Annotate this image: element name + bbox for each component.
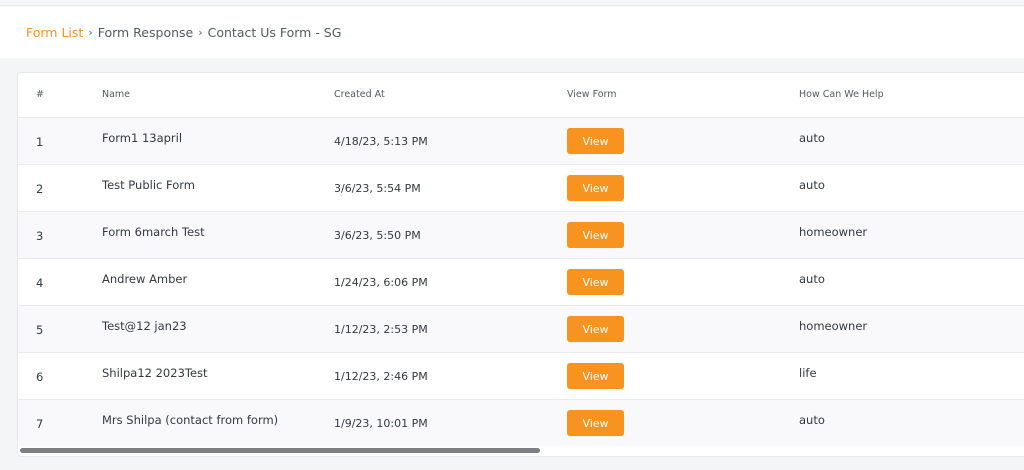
row-created-at: 1/12/23, 2:53 PM (334, 323, 428, 336)
row-number: 6 (36, 370, 44, 384)
table-row: 1 Form1 13april 4/18/23, 5:13 PM View au… (18, 117, 1024, 164)
table-row: 6 Shilpa12 2023Test 1/12/23, 2:46 PM Vie… (18, 352, 1024, 399)
table-row: 4 Andrew Amber 1/24/23, 6:06 PM View aut… (18, 258, 1024, 305)
row-created-at: 4/18/23, 5:13 PM (334, 135, 428, 148)
view-form-button[interactable]: View (567, 363, 624, 389)
row-name: Shilpa12 2023Test (102, 366, 208, 380)
top-bar (0, 0, 1024, 6)
row-how-can-we-help: homeowner (799, 319, 868, 333)
row-how-can-we-help: homeowner (799, 225, 868, 239)
column-header-created-at: Created At (334, 89, 385, 100)
row-name: Andrew Amber (102, 272, 188, 286)
row-name: Form1 13april (102, 131, 183, 145)
view-form-button[interactable]: View (567, 175, 624, 201)
row-name: Form 6march Test (102, 225, 205, 239)
breadcrumb-card: Form List › Form Response › Contact Us F… (0, 7, 1024, 58)
column-header-num: # (36, 89, 44, 100)
column-header-view-form: View Form (567, 89, 617, 100)
row-how-can-we-help: auto (799, 413, 825, 427)
breadcrumb: Form List › Form Response › Contact Us F… (26, 25, 341, 41)
row-number: 2 (36, 182, 44, 196)
row-created-at: 1/24/23, 6:06 PM (334, 276, 428, 289)
breadcrumb-separator-icon: › (198, 26, 203, 39)
responses-table: # Name Created At View Form How Can We H… (17, 72, 1024, 457)
row-how-can-we-help: auto (799, 178, 825, 192)
table-row: 3 Form 6march Test 3/6/23, 5:50 PM View … (18, 211, 1024, 258)
table-row: 7 Mrs Shilpa (contact from form) 1/9/23,… (18, 399, 1024, 446)
row-name: Mrs Shilpa (contact from form) (102, 413, 279, 427)
row-number: 5 (36, 323, 44, 337)
view-form-button[interactable]: View (567, 128, 624, 154)
row-name: Test Public Form (102, 178, 195, 192)
row-how-can-we-help: auto (799, 131, 825, 145)
row-created-at: 3/6/23, 5:50 PM (334, 229, 421, 242)
table-header: # Name Created At View Form How Can We H… (18, 73, 1024, 117)
row-number: 7 (36, 417, 44, 431)
row-how-can-we-help: life (799, 366, 817, 380)
view-form-button[interactable]: View (567, 316, 624, 342)
breadcrumb-form-response: Form Response (97, 25, 194, 40)
scrollbar-thumb[interactable] (20, 448, 540, 453)
row-number: 4 (36, 276, 44, 290)
breadcrumb-current-page: Contact Us Form - SG (207, 25, 342, 40)
breadcrumb-separator-icon: › (88, 26, 93, 39)
view-form-button[interactable]: View (567, 222, 624, 248)
row-number: 3 (36, 229, 44, 243)
row-name: Test@12 jan23 (102, 319, 187, 333)
table-row: 2 Test Public Form 3/6/23, 5:54 PM View … (18, 164, 1024, 211)
view-form-button[interactable]: View (567, 269, 624, 295)
row-created-at: 3/6/23, 5:54 PM (334, 182, 421, 195)
row-created-at: 1/9/23, 10:01 PM (334, 417, 428, 430)
row-created-at: 1/12/23, 2:46 PM (334, 370, 428, 383)
row-number: 1 (36, 135, 44, 149)
column-header-name: Name (102, 89, 131, 100)
table-row: 5 Test@12 jan23 1/12/23, 2:53 PM View ho… (18, 305, 1024, 352)
breadcrumb-form-list-link[interactable]: Form List (26, 25, 83, 41)
column-header-how-can-we-help: How Can We Help (799, 89, 884, 100)
view-form-button[interactable]: View (567, 410, 624, 436)
horizontal-scrollbar[interactable] (18, 446, 1024, 454)
row-how-can-we-help: auto (799, 272, 825, 286)
